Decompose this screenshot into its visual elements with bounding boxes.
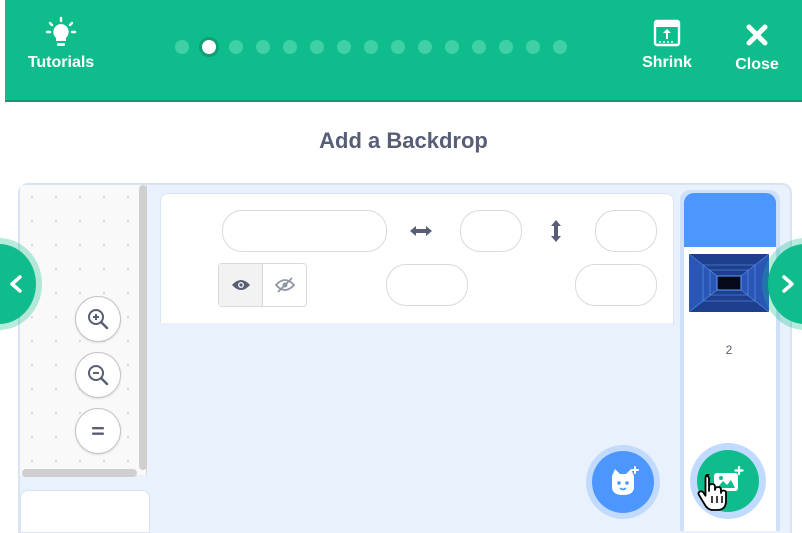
horizontal-arrow-icon — [410, 226, 432, 236]
step-dot[interactable] — [283, 40, 297, 54]
step-dot[interactable] — [499, 40, 513, 54]
step-dot[interactable] — [391, 40, 405, 54]
sprite-list-area — [160, 323, 672, 531]
close-label: Close — [735, 56, 779, 73]
zoom-out-icon — [88, 365, 109, 386]
backdrop-image — [689, 254, 769, 312]
zoom-reset-button[interactable] — [75, 408, 121, 454]
step-dot[interactable] — [526, 40, 540, 54]
close-icon — [746, 24, 768, 46]
vertical-arrow-icon — [551, 220, 561, 242]
arrow-right-icon — [782, 275, 794, 293]
tutorial-header: Tutorials Shrink Close — [5, 0, 802, 102]
step-indicator — [175, 40, 567, 54]
step-dot[interactable] — [553, 40, 567, 54]
size-field[interactable] — [386, 264, 468, 306]
step-dot-current[interactable] — [202, 40, 216, 54]
sprite-name-field[interactable] — [222, 210, 387, 252]
hand-pointer-icon — [697, 474, 727, 511]
step-dot[interactable] — [175, 40, 189, 54]
shrink-label: Shrink — [642, 54, 692, 71]
step-dot[interactable] — [418, 40, 432, 54]
close-button[interactable]: Close — [725, 22, 789, 74]
lightbulb-icon — [45, 16, 77, 46]
stage-selector-header[interactable] — [684, 193, 776, 247]
direction-field[interactable] — [575, 264, 657, 306]
step-dot[interactable] — [445, 40, 459, 54]
zoom-out-button[interactable] — [75, 352, 121, 398]
arrow-left-icon — [10, 275, 22, 293]
step-dot[interactable] — [472, 40, 486, 54]
tutorials-label: Tutorials — [27, 54, 95, 71]
zoom-in-icon — [88, 309, 109, 330]
x-position-field[interactable] — [460, 210, 522, 252]
shrink-icon — [653, 19, 681, 47]
zoom-in-button[interactable] — [75, 296, 121, 342]
shrink-button[interactable]: Shrink — [635, 18, 699, 72]
step-dot[interactable] — [364, 40, 378, 54]
tutorial-title: Add a Backdrop — [319, 128, 488, 153]
step-dot[interactable] — [229, 40, 243, 54]
backdrop-count: 2 — [725, 343, 733, 357]
code-scrollbar-vertical[interactable] — [139, 185, 147, 470]
code-scrollbar-horizontal[interactable] — [22, 469, 137, 477]
zoom-reset-icon — [92, 427, 104, 435]
tutorials-button[interactable]: Tutorials — [21, 16, 101, 72]
hide-button[interactable] — [263, 264, 306, 306]
visibility-toggle — [218, 263, 307, 307]
step-dot[interactable] — [310, 40, 324, 54]
choose-sprite-button[interactable] — [592, 451, 654, 513]
step-dot[interactable] — [337, 40, 351, 54]
cat-plus-icon — [612, 466, 639, 495]
show-button[interactable] — [219, 264, 263, 306]
eye-slash-icon — [274, 277, 295, 293]
step-dot[interactable] — [256, 40, 270, 54]
eye-icon — [231, 280, 250, 290]
backdrop-thumbnail[interactable] — [689, 254, 769, 312]
y-position-field[interactable] — [595, 210, 657, 252]
sprite-pane-edge — [20, 490, 150, 533]
